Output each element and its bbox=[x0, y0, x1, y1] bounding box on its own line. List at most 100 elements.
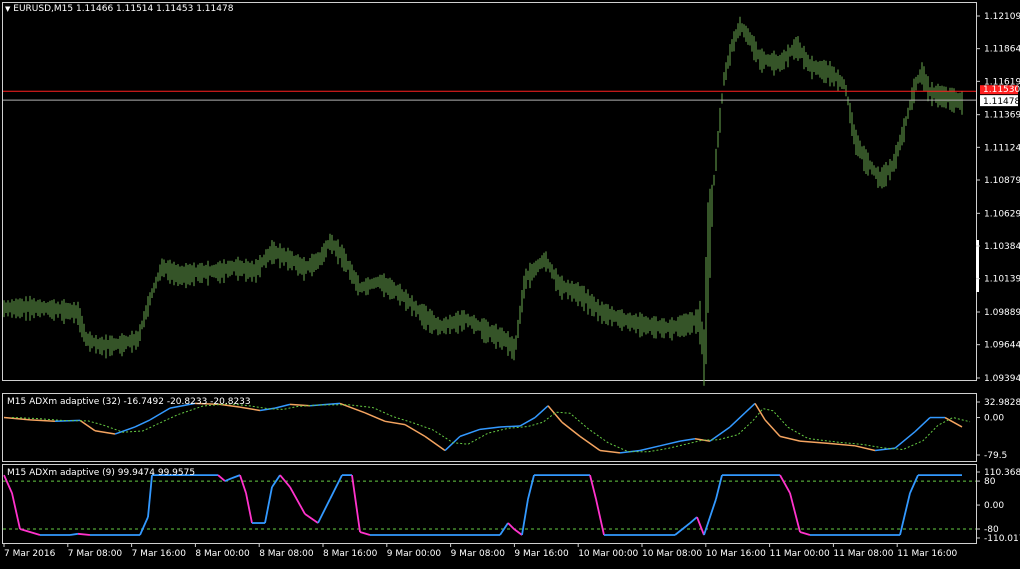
adx32-line-segment bbox=[579, 435, 601, 452]
adx9-line-segment bbox=[715, 474, 723, 500]
price-tick-label: 1.11124 bbox=[984, 143, 1020, 153]
time-tick-label: 7 Mar 16:00 bbox=[132, 549, 187, 559]
price-tick-label: 1.10629 bbox=[984, 209, 1020, 219]
adx9-line-segment bbox=[595, 498, 605, 536]
adx9-line-segment bbox=[69, 532, 79, 536]
adx9-tick-label: -110.0179 bbox=[984, 534, 1020, 544]
adx32-line-segment bbox=[729, 412, 746, 428]
time-tick-label: 11 Mar 08:00 bbox=[833, 549, 893, 559]
chart-canvas[interactable]: 1.121091.118641.116191.113691.111241.108… bbox=[0, 0, 1020, 565]
time-tick-label: 9 Mar 08:00 bbox=[451, 549, 506, 559]
adx32-line-segment bbox=[854, 445, 876, 452]
adx9-line-segment bbox=[689, 516, 698, 524]
adx9-line-segment bbox=[77, 532, 91, 536]
adx9-tick-label: 80 bbox=[984, 477, 996, 487]
chart-window[interactable]: 1.12109 1.11864 1.11619 1.11369 1.11124 1.108… bbox=[0, 0, 1020, 565]
symbol-header[interactable]: ▼ EURUSD,M15 1.11466 1.11514 1.11453 1.1… bbox=[5, 4, 233, 14]
adx9-line-segment bbox=[11, 492, 21, 530]
adx9-line-segment bbox=[217, 474, 226, 482]
adx9-line-segment bbox=[351, 474, 361, 533]
time-tick-label: 11 Mar 16:00 bbox=[897, 549, 957, 559]
adx32-line-segment bbox=[94, 429, 116, 435]
time-tick-label: 11 Mar 00:00 bbox=[770, 549, 830, 559]
adx32-line-segment bbox=[599, 449, 621, 454]
ask-price-badge-label: 1.11530 bbox=[983, 85, 1020, 95]
adx9-line-segment bbox=[239, 474, 247, 494]
adx32-line-segment bbox=[914, 416, 931, 433]
adx32-line-segment bbox=[239, 406, 261, 412]
adx32-line-segment bbox=[364, 412, 386, 423]
adx9-line-segment bbox=[789, 492, 801, 533]
price-tick-label: 1.10384 bbox=[984, 242, 1020, 252]
adx32-line-segment bbox=[534, 405, 549, 419]
adx32-line-segment bbox=[799, 440, 831, 445]
price-tick-label: 1.09644 bbox=[984, 341, 1020, 351]
time-tick-label: 10 Mar 08:00 bbox=[642, 549, 702, 559]
adx32-line-segment bbox=[744, 402, 756, 414]
adx9-line-segment bbox=[696, 516, 705, 536]
adx32-line-segment bbox=[149, 407, 171, 421]
time-tick-label: 8 Mar 00:00 bbox=[195, 549, 250, 559]
adx32-line-segment bbox=[29, 419, 56, 423]
adx32-line-segment bbox=[561, 421, 581, 437]
price-tick-label: 1.11864 bbox=[984, 45, 1020, 55]
adx9-line-segment bbox=[231, 474, 241, 479]
adx9-line-segment bbox=[589, 474, 597, 500]
price-series bbox=[3, 16, 976, 386]
adx32-series bbox=[3, 402, 971, 454]
time-tick-label: 9 Mar 00:00 bbox=[387, 549, 442, 559]
adx9-line-segment bbox=[909, 474, 919, 494]
adx9-line-segment bbox=[527, 474, 535, 500]
adx9-line-segment bbox=[779, 474, 791, 494]
price-tick-label: 1.10879 bbox=[984, 176, 1020, 186]
price-tick-label: 1.10139 bbox=[984, 275, 1020, 285]
adx32-line-segment bbox=[479, 426, 501, 431]
adx32-label: M15 ADXm adaptive (32) -16.7492 -20.8233… bbox=[7, 397, 251, 407]
time-tick-label: 8 Mar 16:00 bbox=[323, 549, 378, 559]
price-tick-label: 1.09889 bbox=[984, 308, 1020, 318]
adx9-line-segment bbox=[513, 528, 523, 536]
adx9-line-segment bbox=[264, 486, 273, 524]
adx32-tick-label: 0.00 bbox=[984, 414, 1004, 424]
adx32-line-segment bbox=[659, 440, 681, 447]
adx32-line-segment bbox=[289, 403, 311, 407]
adx9-line-segment bbox=[359, 531, 371, 536]
bid-price-badge-label: 1.11478 bbox=[983, 97, 1020, 107]
adx9-line-segment bbox=[224, 477, 233, 482]
adx32-line-segment bbox=[679, 438, 696, 442]
adx32-line-segment bbox=[274, 403, 291, 409]
adx9-line-segment bbox=[289, 486, 306, 515]
price-panel-frame bbox=[2, 2, 977, 381]
adx32-line-segment bbox=[384, 420, 406, 426]
adx9-line-segment bbox=[139, 516, 149, 536]
adx32-line-segment bbox=[829, 442, 856, 447]
adx32-line-segment bbox=[459, 428, 481, 438]
adx32-tick-label: -79.5 bbox=[984, 451, 1007, 461]
adx9-line-segment bbox=[329, 474, 343, 500]
adx9-line-segment bbox=[507, 522, 515, 530]
adx9-line-segment bbox=[317, 498, 331, 524]
time-tick-label: 8 Mar 08:00 bbox=[259, 549, 314, 559]
adx32-line-segment bbox=[424, 435, 446, 452]
adx9-label: M15 ADXm adaptive (9) 99.9474 99.9575 bbox=[7, 468, 196, 478]
adx32-line-segment bbox=[754, 403, 766, 421]
time-tick-label: 9 Mar 16:00 bbox=[514, 549, 569, 559]
adx32-line-segment bbox=[114, 426, 136, 435]
adx32-line-segment bbox=[547, 405, 563, 423]
adx32-line-segment bbox=[764, 419, 781, 437]
adx32-line-segment bbox=[134, 419, 151, 428]
chart-menu-triangle-icon[interactable]: ▼ bbox=[5, 5, 10, 13]
adx32-line-segment bbox=[779, 435, 801, 442]
price-tick-label: 1.11369 bbox=[984, 111, 1020, 121]
adx9-line-segment bbox=[521, 498, 529, 536]
right-scrollbar[interactable] bbox=[976, 240, 979, 292]
price-tick-label: 1.09394 bbox=[984, 374, 1020, 384]
adx9-line-segment bbox=[304, 513, 319, 524]
adx32-line-segment bbox=[499, 425, 521, 428]
price-tick-label: 1.12109 bbox=[984, 12, 1020, 22]
time-tick-label: 7 Mar 08:00 bbox=[68, 549, 123, 559]
adx9-line-segment bbox=[19, 528, 41, 536]
adx9-series bbox=[3, 474, 976, 536]
time-tick-label: 10 Mar 00:00 bbox=[578, 549, 638, 559]
adx9-line-segment bbox=[245, 492, 253, 524]
